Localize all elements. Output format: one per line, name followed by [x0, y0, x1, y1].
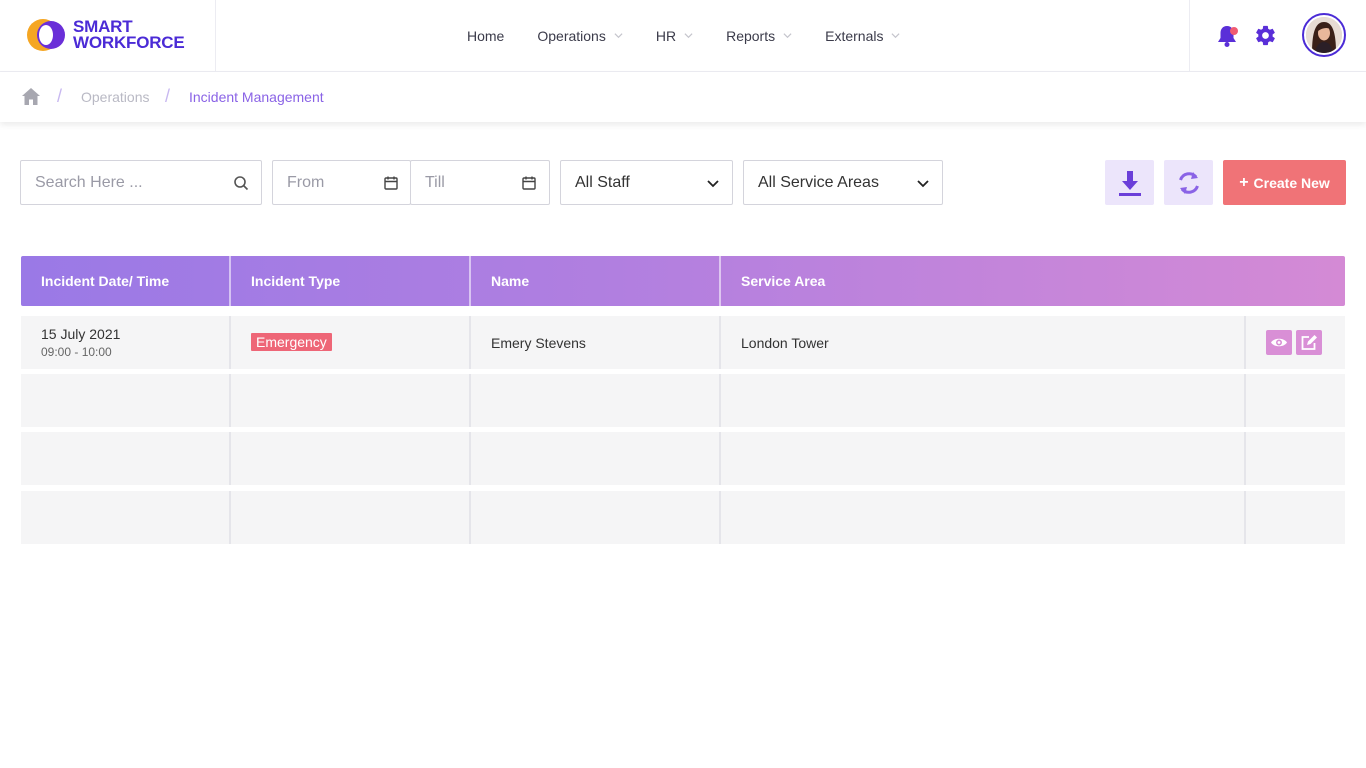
- chevron-down-icon: [684, 33, 693, 39]
- gear-icon[interactable]: [1254, 24, 1277, 47]
- column-divider: [1244, 432, 1246, 485]
- breadcrumb-separator: /: [57, 86, 63, 106]
- breadcrumb-operations[interactable]: Operations: [81, 89, 149, 105]
- column-divider: [229, 374, 231, 427]
- column-divider: [469, 432, 471, 485]
- cell-date: 15 July 2021 09:00 - 10:00: [41, 326, 120, 359]
- cell-name: Emery Stevens: [491, 335, 586, 351]
- service-area-select-value: All Service Areas: [758, 174, 879, 191]
- staff-select-value: All Staff: [575, 174, 630, 191]
- column-divider: [1244, 316, 1246, 369]
- refresh-icon: [1179, 172, 1199, 194]
- incident-type-badge: Emergency: [251, 333, 332, 351]
- column-divider: [719, 491, 721, 544]
- main-nav: Home Operations HR Reports Externals: [467, 0, 933, 71]
- breadcrumb: / Operations / Incident Management: [0, 72, 1366, 122]
- from-date-field: [272, 160, 411, 205]
- column-divider: [229, 432, 231, 485]
- breadcrumb-separator: /: [165, 86, 171, 106]
- breadcrumb-current: Incident Management: [189, 89, 324, 105]
- edit-button[interactable]: [1296, 330, 1322, 355]
- column-header-type[interactable]: Incident Type: [231, 256, 470, 306]
- column-divider: [1244, 491, 1246, 544]
- column-divider: [719, 432, 721, 485]
- staff-select[interactable]: All Staff: [560, 160, 733, 205]
- brand-name: SMART WORKFORCE: [73, 17, 185, 52]
- logo-icon: [27, 19, 65, 51]
- search-input[interactable]: [21, 161, 261, 204]
- header-actions: [1189, 0, 1366, 71]
- column-divider: [469, 491, 471, 544]
- service-area-select[interactable]: All Service Areas: [743, 160, 943, 205]
- search-field: [20, 160, 262, 205]
- download-icon: [1119, 171, 1141, 196]
- nav-reports[interactable]: Reports: [726, 28, 792, 44]
- table-row[interactable]: 15 July 2021 09:00 - 10:00 Emergency Eme…: [21, 316, 1345, 369]
- top-navbar: SMART WORKFORCE Home Operations HR Repor…: [0, 0, 1366, 72]
- create-new-button[interactable]: + Create New: [1223, 160, 1346, 205]
- calendar-icon[interactable]: [383, 175, 399, 191]
- incident-time: 09:00 - 10:00: [41, 345, 112, 359]
- create-new-label: Create New: [1253, 174, 1330, 191]
- column-header-date[interactable]: Incident Date/ Time: [21, 256, 230, 306]
- nav-hr[interactable]: HR: [656, 28, 693, 44]
- download-button[interactable]: [1105, 160, 1154, 205]
- calendar-icon[interactable]: [521, 175, 537, 191]
- search-icon[interactable]: [233, 175, 249, 191]
- table-header: Incident Date/ Time Incident Type Name S…: [21, 256, 1345, 306]
- table-row-empty: [21, 432, 1345, 485]
- avatar[interactable]: [1302, 13, 1346, 57]
- column-divider: [469, 374, 471, 427]
- incident-date: 15 July 2021: [41, 326, 121, 342]
- column-divider: [1244, 374, 1246, 427]
- column-header-name[interactable]: Name: [471, 256, 720, 306]
- cell-service-area: London Tower: [741, 335, 829, 351]
- chevron-down-icon: [614, 33, 623, 39]
- chevron-down-icon: [917, 180, 929, 188]
- table-row-empty: [21, 491, 1345, 544]
- notification-dot: [1230, 27, 1238, 35]
- column-divider: [469, 316, 471, 369]
- avatar-photo: [1306, 17, 1342, 53]
- nav-externals[interactable]: Externals: [825, 28, 900, 44]
- home-icon[interactable]: [21, 87, 41, 106]
- view-icon: [1271, 338, 1287, 347]
- chevron-down-icon: [783, 33, 792, 39]
- column-header-service-area[interactable]: Service Area: [721, 256, 1241, 306]
- column-divider: [719, 316, 721, 369]
- till-date-field: [410, 160, 550, 205]
- chevron-down-icon: [707, 180, 719, 188]
- cell-type: Emergency: [251, 333, 332, 351]
- view-button[interactable]: [1266, 330, 1292, 355]
- refresh-button[interactable]: [1164, 160, 1213, 205]
- column-divider: [229, 491, 231, 544]
- table-row-empty: [21, 374, 1345, 427]
- brand-logo[interactable]: SMART WORKFORCE: [0, 0, 216, 71]
- column-divider: [719, 374, 721, 427]
- nav-operations[interactable]: Operations: [537, 28, 623, 44]
- chevron-down-icon: [891, 33, 900, 39]
- plus-icon: +: [1239, 173, 1249, 191]
- edit-icon: [1301, 335, 1317, 350]
- nav-home[interactable]: Home: [467, 28, 504, 44]
- column-divider: [229, 316, 231, 369]
